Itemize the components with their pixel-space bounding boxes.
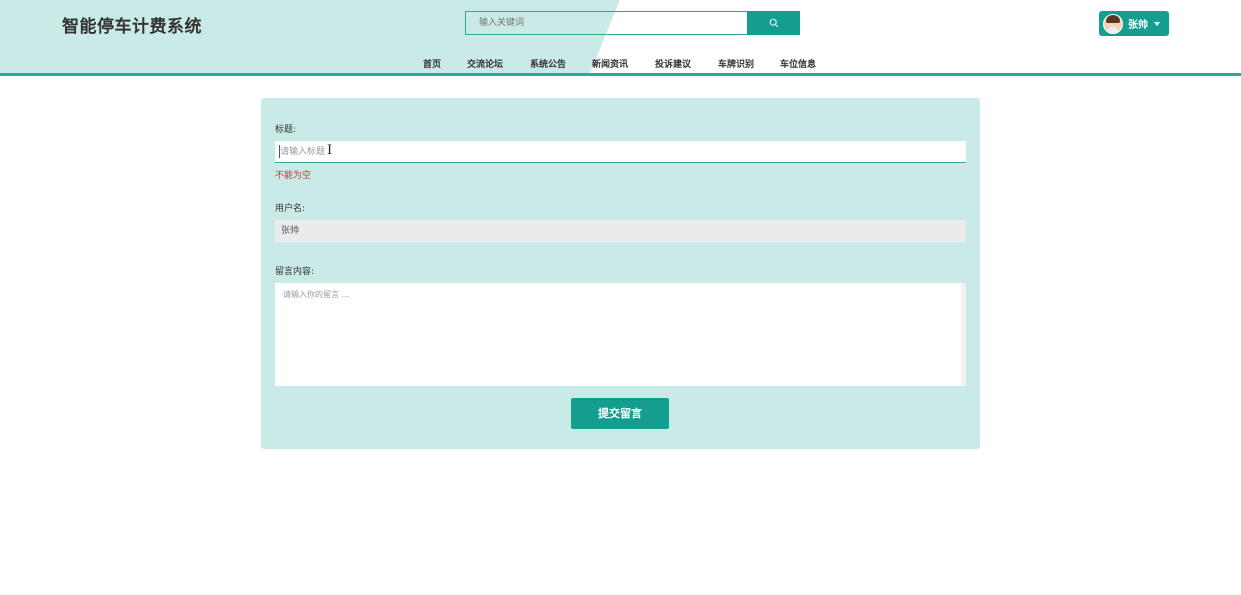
caret-down-icon [1154, 21, 1160, 26]
main-nav: 首页 交流论坛 系统公告 新闻资讯 投诉建议 车牌识别 车位信息 [0, 57, 1241, 71]
search-button[interactable] [747, 11, 800, 35]
nav-item-parking-info[interactable]: 车位信息 [780, 57, 816, 70]
user-menu-button[interactable]: 张帅 [1099, 11, 1169, 36]
nav-item-news[interactable]: 新闻资讯 [592, 57, 628, 70]
nav-item-forum[interactable]: 交流论坛 [467, 57, 503, 70]
submit-message-button[interactable]: 提交留言 [571, 398, 669, 429]
textarea-scrollbar[interactable] [961, 283, 966, 386]
i-beam-cursor-icon: I [327, 143, 333, 158]
nav-item-announcements[interactable]: 系统公告 [530, 57, 566, 70]
text-caret [279, 145, 280, 158]
user-name: 张帅 [1128, 20, 1148, 31]
message-form-panel: 标题: 请输入标题 I 不能为空 用户名: 张帅 留言内容: 请输入你的留言 .… [261, 98, 980, 449]
content-label: 留言内容: [275, 267, 315, 277]
title-label: 标题: [275, 125, 297, 135]
avatar [1103, 13, 1123, 34]
search-input[interactable] [465, 11, 748, 35]
message-textarea[interactable]: 请输入你的留言 ... [275, 283, 966, 386]
username-field[interactable]: 张帅 [275, 220, 966, 242]
title-error-message: 不能为空 [275, 171, 312, 181]
nav-item-plate-recognition[interactable]: 车牌识别 [718, 57, 754, 70]
username-label: 用户名: [275, 204, 306, 214]
nav-item-complaints[interactable]: 投诉建议 [655, 57, 691, 70]
title-placeholder: 请输入标题 [280, 147, 326, 157]
search-icon [769, 18, 778, 28]
top-header: 智能停车计费系统 张帅 首页 交流论坛 系统公告 新闻资讯 投诉建议 车牌识别 … [0, 0, 1241, 76]
site-brand-title: 智能停车计费系统 [62, 17, 202, 37]
nav-item-home[interactable]: 首页 [423, 57, 441, 70]
message-placeholder: 请输入你的留言 ... [283, 290, 350, 299]
title-input[interactable]: 请输入标题 I [275, 141, 966, 163]
